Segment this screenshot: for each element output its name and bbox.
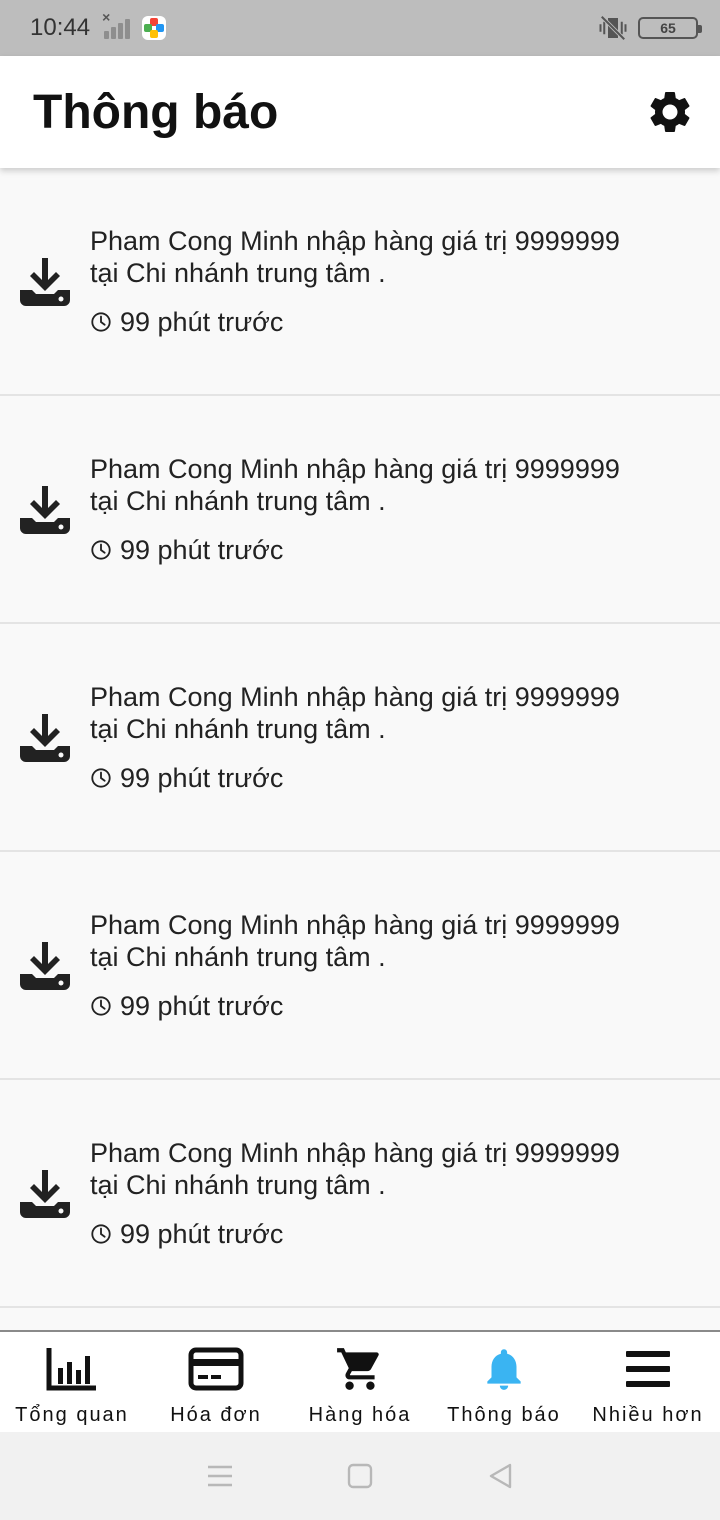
- clock-icon: [91, 312, 111, 332]
- notification-item[interactable]: Pham Cong Minh nhập hàng giá trị 9999999…: [0, 168, 720, 396]
- notification-time: 99 phút trước: [90, 535, 650, 566]
- nav-tong-quan[interactable]: Tổng quan: [0, 1332, 144, 1432]
- nav-label: Nhiều hơn: [592, 1404, 704, 1426]
- download-icon: [20, 486, 70, 534]
- clock-icon: [91, 1224, 111, 1244]
- clock-icon: [91, 540, 111, 560]
- home-button[interactable]: [340, 1456, 380, 1496]
- nav-thong-bao[interactable]: Thông báo: [432, 1332, 576, 1432]
- nav-label: Tổng quan: [15, 1404, 129, 1426]
- notification-item[interactable]: Pham Cong Minh nhập hàng giá trị 9999999…: [0, 852, 720, 1080]
- notification-item-partial[interactable]: [0, 1308, 720, 1331]
- notification-text: Pham Cong Minh nhập hàng giá trị 9999999…: [90, 909, 620, 972]
- battery-icon: 65: [638, 17, 702, 39]
- download-icon: [20, 714, 70, 762]
- back-button[interactable]: [480, 1456, 520, 1496]
- cart-icon: [337, 1348, 379, 1390]
- nav-hang-hoa[interactable]: Hàng hóa: [288, 1332, 432, 1432]
- recent-apps-button[interactable]: [200, 1456, 240, 1496]
- bottom-nav: Tổng quan Hóa đơn Hàng hóa Thông báo Nhi…: [0, 1330, 720, 1432]
- menu-icon: [626, 1351, 670, 1387]
- clock-icon: [91, 768, 111, 788]
- notification-time-label: 99 phút trước: [120, 762, 284, 793]
- notification-item[interactable]: Pham Cong Minh nhập hàng giá trị 9999999…: [0, 624, 720, 852]
- credit-card-icon: [188, 1347, 244, 1391]
- back-icon: [489, 1463, 512, 1489]
- settings-button[interactable]: [644, 86, 696, 138]
- notification-text: Pham Cong Minh nhập hàng giá trị 9999999…: [90, 453, 620, 516]
- notification-item[interactable]: Pham Cong Minh nhập hàng giá trị 9999999…: [0, 1080, 720, 1308]
- nav-label: Hàng hóa: [308, 1404, 412, 1426]
- notification-time-label: 99 phút trước: [120, 306, 284, 337]
- battery-level: 65: [660, 20, 676, 36]
- nav-hoa-don[interactable]: Hóa đơn: [144, 1332, 288, 1432]
- download-icon: [20, 942, 70, 990]
- nav-label: Hóa đơn: [170, 1404, 262, 1426]
- notification-list[interactable]: Pham Cong Minh nhập hàng giá trị 9999999…: [0, 168, 720, 1331]
- download-icon: [20, 258, 70, 306]
- notification-time-label: 99 phút trước: [120, 1218, 284, 1249]
- gear-icon: [650, 91, 690, 132]
- status-time: 10:44: [30, 14, 91, 41]
- nav-nhieu-hon[interactable]: Nhiều hơn: [576, 1332, 720, 1432]
- app-bar: Thông báo: [0, 56, 720, 168]
- notification-time-label: 99 phút trước: [120, 534, 284, 565]
- notification-time: 99 phút trước: [90, 991, 650, 1022]
- system-nav-bar: [0, 1432, 720, 1520]
- notification-text: Pham Cong Minh nhập hàng giá trị 9999999…: [90, 1137, 620, 1200]
- page-title: Thông báo: [33, 85, 279, 139]
- clock-icon: [91, 996, 111, 1016]
- notification-time: 99 phút trước: [90, 307, 650, 338]
- notification-text: Pham Cong Minh nhập hàng giá trị 9999999…: [90, 681, 620, 744]
- recent-apps-icon: [208, 1465, 232, 1487]
- nav-label: Thông báo: [447, 1404, 561, 1426]
- notification-time-label: 99 phút trước: [120, 990, 284, 1021]
- app-notification-icon: [142, 16, 167, 40]
- notification-time: 99 phút trước: [90, 1219, 650, 1250]
- bar-chart-icon: [46, 1348, 96, 1391]
- download-icon: [20, 1170, 70, 1218]
- home-icon: [347, 1463, 373, 1489]
- vibrate-icon: [599, 15, 627, 41]
- bell-icon: [487, 1349, 521, 1390]
- notification-text: Pham Cong Minh nhập hàng giá trị 9999999…: [90, 225, 620, 288]
- notification-item[interactable]: Pham Cong Minh nhập hàng giá trị 9999999…: [0, 396, 720, 624]
- notification-time: 99 phút trước: [90, 763, 650, 794]
- signal-icon: ×: [102, 9, 132, 41]
- status-bar: 10:44 × 65: [0, 0, 720, 56]
